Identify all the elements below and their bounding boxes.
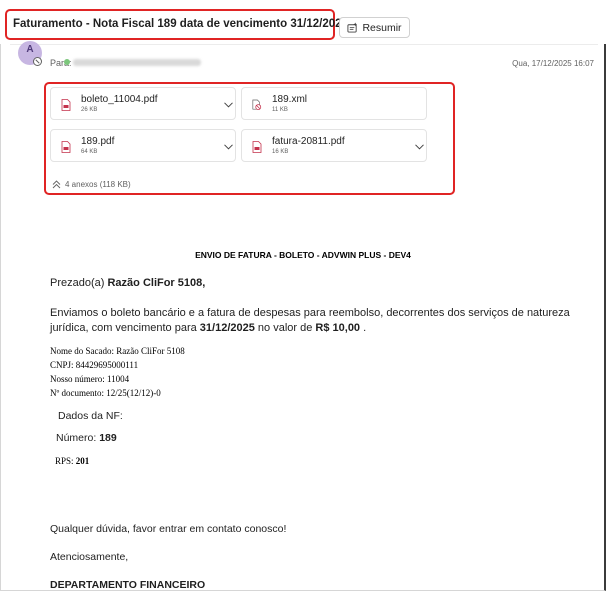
attachment-size: 64 KB	[81, 149, 98, 155]
chevron-down-icon[interactable]	[224, 144, 233, 150]
attachment-name: 189.xml	[272, 94, 308, 105]
chevron-double-up-icon	[52, 180, 61, 189]
body-title: ENVIO DE FATURA - BOLETO - ADVWIN PLUS -…	[195, 250, 411, 260]
attachments-collapse-toggle[interactable]: 4 anexos (118 KB)	[52, 180, 131, 189]
summarize-label: Resumir	[362, 21, 402, 34]
attachment-card[interactable]: fatura-20811.pdf 16 KB	[241, 129, 427, 162]
numero-value: 189	[99, 432, 117, 444]
closing-line: Atenciosamente,	[50, 551, 129, 563]
pdf-file-icon	[252, 141, 262, 153]
attachment-size: 26 KB	[81, 107, 98, 113]
email-subject: Faturamento - Nota Fiscal 189 data de ve…	[5, 9, 348, 40]
attachment-name: boleto_11004.pdf	[81, 94, 158, 105]
rps-line: RPS: 201	[55, 456, 89, 466]
attachment-name: 189.pdf	[81, 136, 115, 147]
blocked-file-icon	[252, 99, 262, 110]
attachment-card[interactable]: 189.xml 11 KB	[241, 87, 427, 120]
greeting: Prezado(a) Razão CliFor 5108,	[50, 277, 205, 289]
attachment-size: 16 KB	[272, 149, 289, 155]
subject-bar: Faturamento - Nota Fiscal 189 data de ve…	[0, 0, 606, 44]
dados-nf-label: Dados da NF:	[58, 410, 123, 422]
presence-offline-icon	[33, 57, 42, 66]
attachment-card[interactable]: boleto_11004.pdf 26 KB	[50, 87, 236, 120]
recipient-presence-icon	[64, 59, 70, 65]
due-date: 31/12/2025	[199, 322, 255, 334]
greeting-name: Razão CliFor 5108	[107, 277, 203, 289]
summarize-button[interactable]: Resumir	[339, 17, 410, 38]
rps-value: 201	[75, 456, 90, 466]
summarize-icon	[347, 22, 358, 33]
recipient-name-blurred	[73, 58, 201, 66]
paragraph-text: .	[360, 322, 367, 334]
rps-label: RPS:	[55, 456, 76, 466]
chevron-down-icon[interactable]	[224, 102, 233, 108]
body-paragraph: Enviamos o boleto bancário e a fatura de…	[50, 306, 580, 336]
sacado-line: Nome do Sacado: Razão CliFor 5108	[50, 346, 185, 356]
documento-line: Nº documento: 12/25(12/12)-0	[50, 388, 161, 398]
nosso-numero-line: Nosso número: 11004	[50, 374, 130, 384]
recipient-redacted[interactable]	[64, 57, 206, 67]
attachments-summary: 4 anexos (118 KB)	[65, 180, 131, 189]
amount: R$ 10,00	[315, 322, 361, 334]
attachment-card[interactable]: 189.pdf 64 KB	[50, 129, 236, 162]
pdf-file-icon	[61, 99, 71, 111]
attachment-size: 11 KB	[272, 107, 288, 113]
paragraph-text: no valor de	[254, 322, 316, 334]
greeting-suffix: ,	[202, 277, 206, 289]
cnpj-line: CNPJ: 84429695000111	[50, 360, 139, 370]
numero-line: Número: 189	[56, 432, 117, 444]
contact-line: Qualquer dúvida, favor entrar em contato…	[50, 523, 287, 535]
greeting-prefix: Prezado(a)	[50, 277, 108, 289]
chevron-down-icon[interactable]	[415, 144, 424, 150]
attachment-name: fatura-20811.pdf	[272, 136, 345, 147]
numero-label: Número:	[56, 432, 100, 444]
signature-department: DEPARTAMENTO FINANCEIRO	[50, 579, 206, 591]
pdf-file-icon	[61, 141, 71, 153]
message-date: Qua, 17/12/2025 16:07	[512, 59, 594, 68]
